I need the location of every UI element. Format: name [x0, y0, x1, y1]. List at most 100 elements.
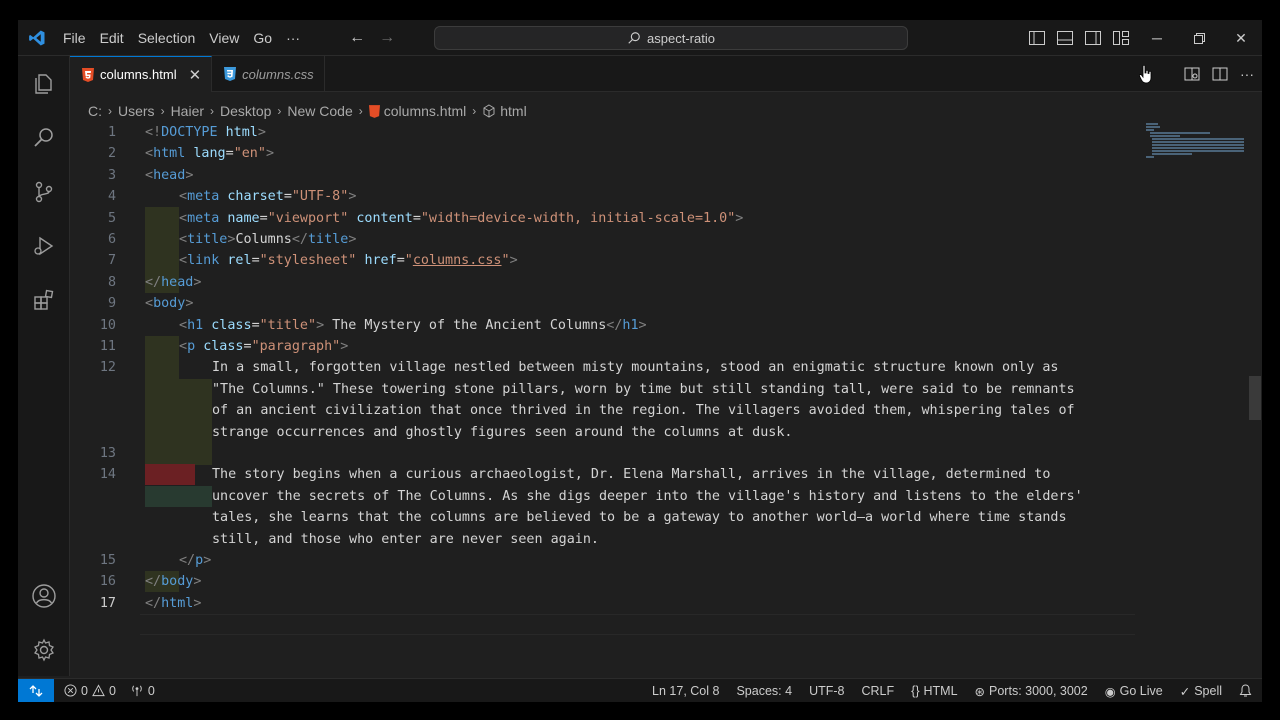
code-line: 6 <title>Columns</title> [70, 229, 1150, 250]
vertical-scrollbar[interactable] [1247, 122, 1261, 676]
settings-gear-icon[interactable] [18, 626, 70, 674]
code-token: h1 [187, 317, 204, 333]
code-token: <! [145, 125, 162, 140]
code-token: In a small, forgotten village nestled be… [212, 360, 1059, 376]
current-line-highlight [140, 614, 1135, 636]
indentation[interactable]: Spaces: 4 [736, 684, 792, 698]
source-control-icon[interactable] [18, 168, 70, 216]
code-token: html [217, 125, 258, 140]
line-number: 16 [99, 574, 116, 590]
back-arrow-icon[interactable]: ← [347, 29, 367, 47]
accounts-icon[interactable] [18, 572, 70, 620]
line-number: 15 [99, 553, 116, 568]
tab-columns-html[interactable]: columns.html ✕ [70, 56, 213, 92]
toggle-primary-sidebar-icon[interactable] [1028, 30, 1046, 46]
toggle-panel-icon[interactable] [1056, 30, 1074, 46]
code-token: still, and those who enter are never see… [212, 531, 599, 547]
line-number: 12 [99, 360, 116, 376]
breadcrumb-file[interactable]: columns.html [384, 103, 466, 119]
code-token: uncover the secrets of The Columns. As s… [212, 488, 1083, 504]
breadcrumb-element[interactable]: html [500, 103, 526, 119]
menu-view[interactable]: View [202, 20, 246, 56]
code-token: title [308, 232, 349, 247]
code-line: 7 <link rel="stylesheet" href="columns.cs… [70, 250, 1150, 271]
menu-go[interactable]: Go [246, 20, 279, 56]
minimize-icon[interactable]: ─ [1136, 20, 1178, 56]
menu-selection[interactable]: Selection [131, 20, 203, 56]
run-debug-icon[interactable] [18, 222, 70, 270]
vscode-logo-icon [18, 20, 56, 56]
code-token: p [187, 339, 196, 354]
scrollbar-thumb[interactable] [1249, 376, 1261, 420]
code-token: p [195, 553, 204, 568]
menu-file[interactable]: File [56, 20, 93, 56]
end-of-line[interactable]: CRLF [861, 684, 894, 698]
chevron-right-icon: › [277, 104, 282, 118]
spell-check[interactable]: ✓ Spell [1180, 684, 1222, 699]
line-number: 13 [99, 446, 116, 461]
toggle-secondary-sidebar-icon[interactable] [1084, 30, 1102, 46]
notifications-bell-icon[interactable] [1239, 684, 1252, 698]
code-editor[interactable]: 1 <!DOCTYPE html> 2 <html lang="en"> 3 <hea… [70, 122, 1245, 676]
menu-edit[interactable]: Edit [93, 20, 131, 56]
code-line: 4 <meta charset="UTF-8"> [70, 186, 1150, 207]
command-center-search[interactable]: aspect-ratio [434, 26, 908, 50]
forward-arrow-icon[interactable]: → [377, 29, 397, 47]
minimap[interactable] [1146, 122, 1244, 182]
code-token: head [161, 274, 194, 290]
close-window-icon[interactable]: ✕ [1220, 20, 1262, 56]
title-bar: File Edit Selection View Go ··· ← → aspe… [18, 20, 1262, 56]
breadcrumb-new-code[interactable]: New Code [287, 103, 352, 119]
open-preview-icon[interactable] [1184, 66, 1200, 82]
code-token: body [153, 296, 186, 312]
chevron-right-icon: › [160, 104, 165, 118]
code-token: meta [187, 210, 220, 226]
radio-tower-icon [132, 685, 142, 697]
css-link-path[interactable]: columns.css [413, 253, 502, 268]
code-token: meta [187, 189, 220, 205]
line-number: 9 [107, 296, 116, 312]
extensions-icon[interactable] [18, 276, 70, 324]
go-live-button[interactable]: ◉ Go Live [1105, 684, 1163, 699]
mouse-pointer-icon [1139, 64, 1152, 84]
search-text: aspect-ratio [647, 30, 715, 46]
cursor-position[interactable]: Ln 17, Col 8 [652, 684, 719, 698]
line-number: 11 [99, 339, 116, 354]
tab-label: columns.css [242, 66, 314, 82]
search-icon [628, 32, 640, 44]
code-token: body [161, 574, 194, 590]
split-editor-icon[interactable] [1212, 66, 1228, 82]
code-line-wrap: uncover the secrets of The Columns. As s… [70, 486, 1150, 507]
broadcast-icon: ◉ [1104, 684, 1116, 699]
code-token: "The Columns." These towering stone pill… [212, 381, 1075, 397]
code-token: The story begins when a curious archaeol… [212, 467, 1051, 483]
code-line: 3 <head> [70, 165, 1150, 186]
breadcrumb-drive[interactable]: C: [88, 103, 102, 119]
more-actions-icon[interactable]: ··· [1240, 66, 1254, 82]
ports-forwarded-indicator[interactable]: 0 [130, 684, 155, 698]
breadcrumb-users[interactable]: Users [118, 103, 155, 119]
tab-columns-css[interactable]: columns.css [212, 56, 325, 92]
close-tab-icon[interactable]: ✕ [189, 66, 202, 84]
language-mode[interactable]: {} HTML [911, 684, 957, 698]
problems-indicator[interactable]: 0 0 [64, 684, 116, 698]
line-number: 1 [107, 125, 116, 140]
breadcrumb-desktop[interactable]: Desktop [220, 103, 271, 119]
encoding[interactable]: UTF-8 [809, 684, 844, 698]
explorer-icon[interactable] [18, 60, 70, 108]
line-number: 4 [107, 189, 116, 205]
code-token: class [203, 339, 244, 354]
code-line: 13 [70, 443, 1150, 464]
warning-icon [92, 684, 105, 697]
layout-controls [1028, 20, 1130, 56]
code-token: html [161, 595, 194, 611]
search-sidebar-icon[interactable] [18, 114, 70, 162]
menu-more[interactable]: ··· [279, 20, 307, 56]
customize-layout-icon[interactable] [1112, 30, 1130, 46]
code-token: Columns [235, 232, 292, 247]
ports-status[interactable]: ⊛ Ports: 3000, 3002 [975, 684, 1088, 699]
remote-indicator-icon[interactable] [18, 678, 54, 702]
restore-icon[interactable] [1178, 20, 1220, 56]
spell-label: Spell [1194, 684, 1222, 698]
breadcrumb-haier[interactable]: Haier [171, 103, 204, 119]
